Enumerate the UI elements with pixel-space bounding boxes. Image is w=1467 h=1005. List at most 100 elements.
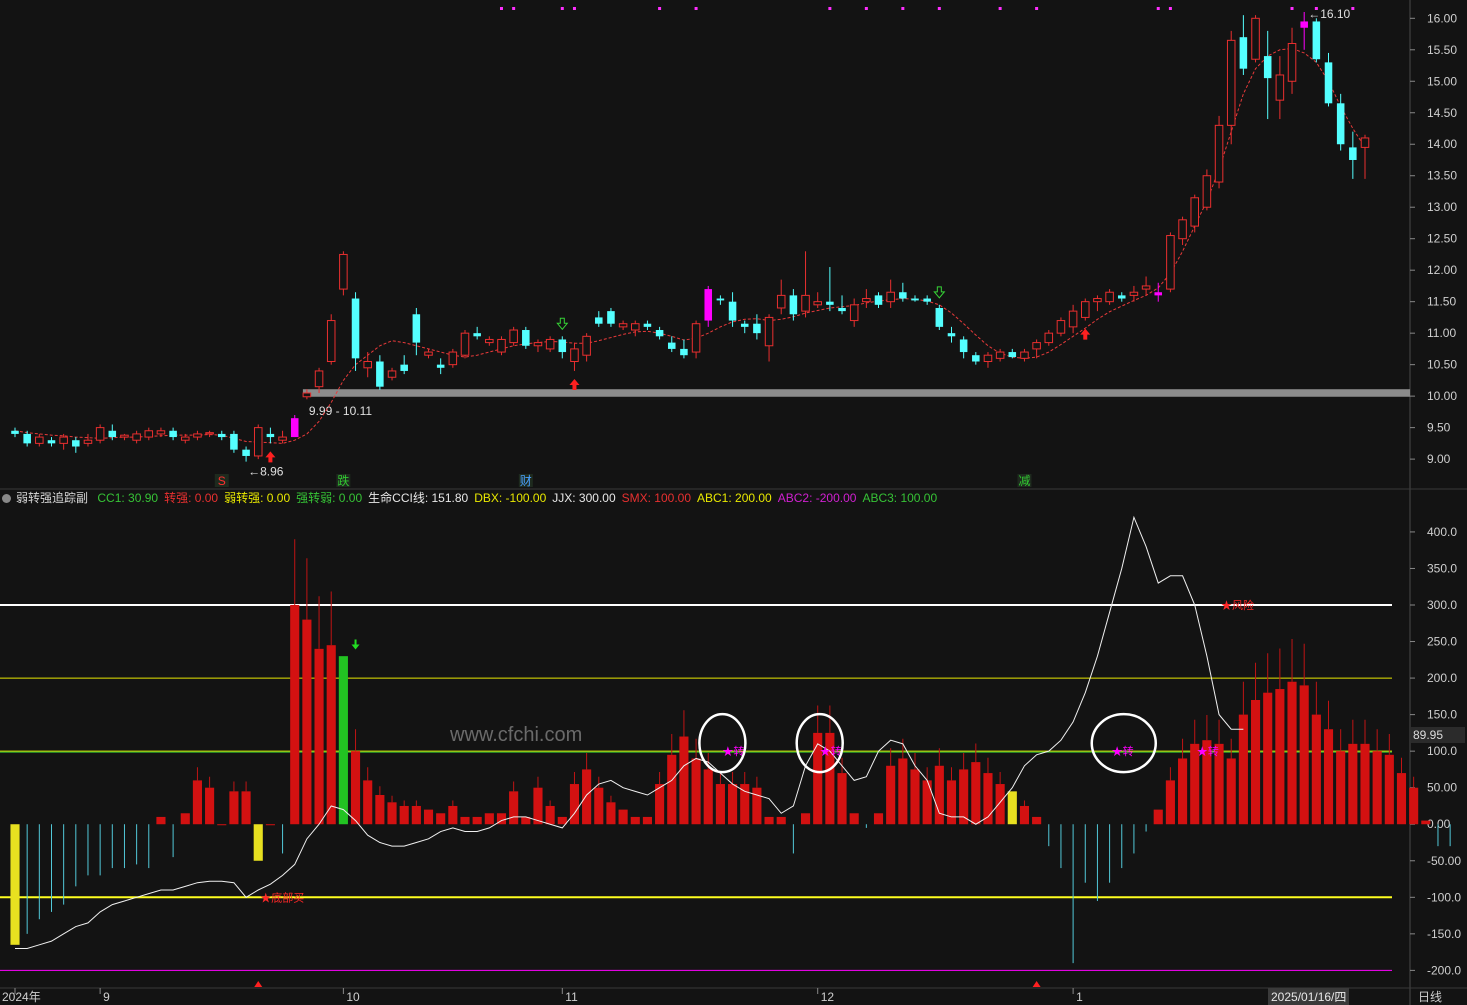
candle <box>582 333 591 362</box>
candle <box>1154 282 1163 302</box>
collapse-toggle-icon[interactable] <box>2 494 11 503</box>
indicator-bar <box>910 769 920 825</box>
candle <box>376 355 384 390</box>
candle <box>448 348 458 368</box>
candle-body <box>776 294 786 309</box>
candle <box>838 295 846 315</box>
candle <box>1202 169 1212 211</box>
legend-item: SMX: 100.00 <box>621 491 691 505</box>
signal-annotation: ★转 <box>1112 744 1134 758</box>
candle-body <box>290 418 299 438</box>
candle <box>899 282 907 302</box>
candle-body <box>205 432 214 435</box>
candle-body <box>1081 301 1090 318</box>
candle <box>911 295 919 302</box>
signal-dot <box>828 7 832 10</box>
indicator-tick-label: 400.0 <box>1427 525 1457 539</box>
price-tick-label: 12.50 <box>1427 232 1457 246</box>
signal-dot <box>937 7 941 10</box>
candle-body <box>983 354 993 362</box>
indicator-bar <box>1032 816 1042 825</box>
indicator-bar <box>898 758 908 825</box>
candle <box>1324 52 1333 107</box>
candle-body <box>253 427 263 457</box>
price-tick-label: 14.00 <box>1427 137 1457 151</box>
event-tag: S <box>218 474 226 488</box>
indicator-bar <box>1238 714 1248 825</box>
indicator-bar <box>582 769 592 825</box>
indicator-bar <box>180 813 190 825</box>
candle <box>436 358 445 375</box>
candle-body <box>886 291 895 303</box>
candle-body <box>1129 291 1139 296</box>
indicator-bar <box>1263 692 1273 825</box>
candle <box>607 307 615 327</box>
candle-body <box>1324 62 1333 104</box>
candle-body <box>789 295 798 315</box>
indicator-bar <box>229 791 239 825</box>
candle <box>1008 348 1017 359</box>
indicator-bar <box>1226 758 1236 825</box>
indicator-bar <box>618 809 628 825</box>
time-tick-label: 2024年 <box>2 990 41 1004</box>
indicator-tick-label: 200.0 <box>1427 671 1457 685</box>
indicator-legend: 弱转强追踪副 CC1: 30.90 转强: 0.00 弱转强: 0.00 强转弱: 0… <box>0 489 949 507</box>
candle <box>595 311 603 327</box>
candle <box>497 336 506 356</box>
candle <box>363 352 372 378</box>
legend-item: 强转弱: 0.00 <box>296 491 363 505</box>
candle-body <box>582 335 591 356</box>
signal-dot <box>1290 7 1294 10</box>
candle-body <box>460 332 470 356</box>
candle-body <box>412 314 421 343</box>
candle-body <box>132 433 141 441</box>
indicator-bar <box>484 813 494 825</box>
candle <box>874 292 883 308</box>
period-label[interactable]: 日线 <box>1418 988 1442 1005</box>
candle-body <box>35 436 44 444</box>
candle <box>655 326 664 340</box>
ma-line <box>14 48 1366 444</box>
candle <box>387 367 397 381</box>
candle-body <box>230 433 238 450</box>
candle-body <box>1093 298 1102 303</box>
candle <box>1287 27 1297 94</box>
candle-body <box>570 348 579 362</box>
candle <box>764 314 774 362</box>
indicator-bar <box>423 809 434 825</box>
candle-body <box>1032 342 1041 350</box>
candle-body <box>278 436 287 441</box>
candle-body <box>363 361 372 369</box>
candle-body <box>1190 197 1200 227</box>
candle <box>35 433 44 447</box>
indicator-bar <box>156 816 166 825</box>
signal-dot <box>864 7 868 10</box>
candle <box>1336 93 1345 151</box>
low-price-label: ←8.96 <box>248 465 284 479</box>
candle-body <box>1287 42 1297 82</box>
price-tick-label: 13.50 <box>1427 169 1457 183</box>
signal-dot <box>1314 7 1318 10</box>
candle-body <box>1263 56 1272 79</box>
candle <box>326 314 336 365</box>
candle <box>1275 56 1285 120</box>
candle-body <box>497 338 506 353</box>
support-band <box>302 389 1411 397</box>
candle <box>558 336 567 359</box>
indicator-tick-label: -100.0 <box>1427 890 1461 904</box>
candle-body <box>242 449 250 456</box>
candle-body <box>108 430 117 438</box>
candle-body <box>874 295 883 305</box>
candle-body <box>193 433 202 438</box>
candle <box>1044 330 1054 346</box>
indicator-bar <box>1348 743 1358 825</box>
indicator-bar <box>728 784 738 825</box>
candle-body <box>691 323 701 353</box>
candle <box>95 424 105 444</box>
candle <box>72 437 80 453</box>
indicator-bar <box>1372 751 1382 825</box>
indicator-bar <box>740 784 750 825</box>
legend-item: 转强: 0.00 <box>164 491 219 505</box>
indicator-bar-yellow <box>1007 791 1017 825</box>
signal-annotation: ★底部买 <box>260 890 304 904</box>
